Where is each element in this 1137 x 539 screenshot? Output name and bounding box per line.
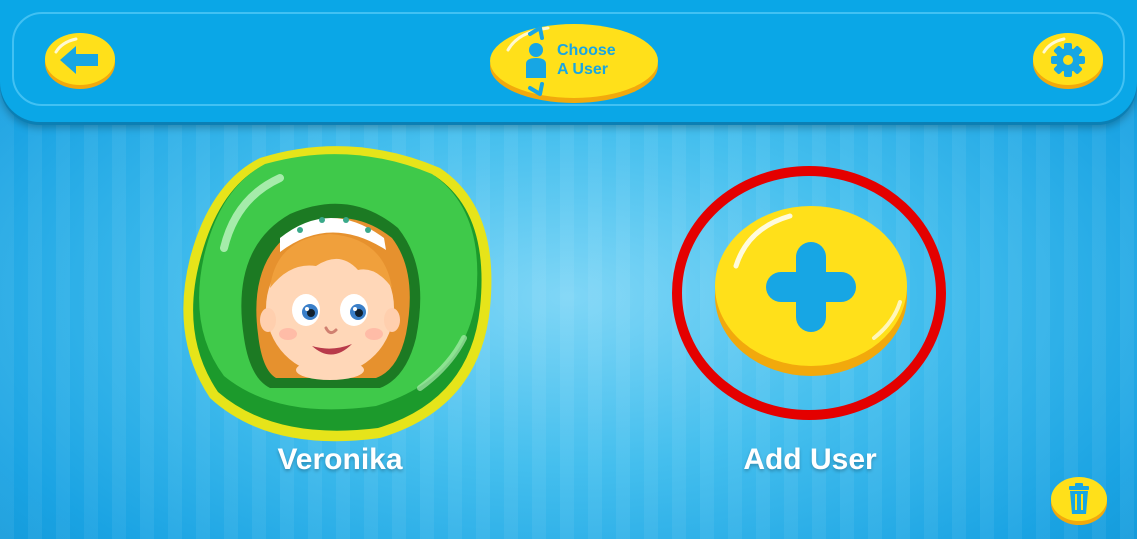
trash-icon (1069, 483, 1089, 514)
user-avatar[interactable] (180, 138, 500, 448)
settings-button[interactable] (1030, 30, 1106, 90)
back-button[interactable] (42, 30, 118, 90)
user-name-label: Veronika (277, 443, 403, 476)
choose-user-screen: Choose A User Veronika Add User (0, 0, 1137, 539)
page-title-line1: Choose (557, 42, 616, 59)
delete-user-button[interactable] (1049, 474, 1109, 526)
gear-icon (1051, 43, 1085, 77)
page-title-line2: A User (557, 61, 608, 78)
page-title: Choose A User (557, 41, 616, 79)
add-user-button[interactable] (668, 162, 950, 424)
girl-face-icon (241, 203, 421, 388)
add-user-label: Add User (743, 443, 877, 476)
